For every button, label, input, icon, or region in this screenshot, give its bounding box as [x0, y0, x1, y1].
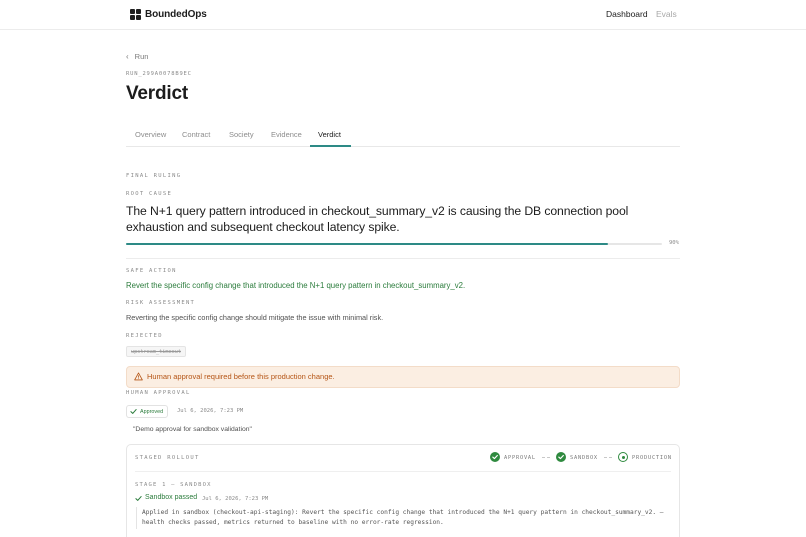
- approved-status-text: Approved: [140, 409, 164, 415]
- approval-timestamp: Jul 6, 2026, 7:23 PM: [177, 408, 244, 414]
- back-to-run-link[interactable]: ‹ Run: [126, 52, 148, 61]
- risk-assessment-text: Reverting the specific config change sho…: [126, 313, 384, 322]
- risk-assessment-label: RISK ASSESSMENT: [126, 300, 196, 306]
- root-cause-label: ROOT CAUSE: [126, 191, 173, 197]
- safe-action-label: SAFE ACTION: [126, 268, 177, 274]
- tab-evidence[interactable]: Evidence: [271, 130, 302, 139]
- back-link-label: Run: [134, 52, 149, 61]
- brand-name[interactable]: BoundedOps: [145, 9, 207, 20]
- tab-society[interactable]: Society: [229, 130, 254, 139]
- production-step-icon: [618, 452, 628, 462]
- sandbox-step-check-icon: [556, 452, 566, 462]
- nav-evals[interactable]: Evals: [656, 9, 677, 19]
- nav-dashboard[interactable]: Dashboard: [606, 9, 648, 19]
- safe-action-text: Revert the specific config change that i…: [126, 281, 466, 290]
- step-connector: [604, 457, 612, 458]
- sandbox-status: Sandbox passed: [145, 494, 198, 501]
- approved-status-badge: Approved: [126, 405, 169, 418]
- approval-note: "Demo approval for sandbox validation": [133, 426, 252, 433]
- boundedops-logo-icon[interactable]: [130, 9, 142, 21]
- rejected-label: REJECTED: [126, 333, 163, 339]
- human-approval-label: HUMAN APPROVAL: [126, 390, 191, 396]
- check-icon: [130, 409, 137, 414]
- section-divider: [126, 258, 680, 259]
- rejected-hypothesis-chip: upstream_timeout: [126, 346, 186, 357]
- approval-step-check-icon: [490, 452, 500, 462]
- active-tab-indicator: [310, 145, 351, 147]
- step-label-approval: APPROVAL: [504, 455, 536, 461]
- staged-rollout-label: STAGED ROLLOUT: [135, 455, 200, 461]
- tab-contract[interactable]: Contract: [182, 130, 210, 139]
- warning-triangle-icon: [134, 372, 143, 381]
- chevron-left-icon: ‹: [126, 52, 129, 61]
- step-label-production: PRODUCTION: [632, 455, 672, 461]
- final-ruling-label: FINAL RULING: [126, 173, 182, 179]
- step-connector: [542, 457, 550, 458]
- tab-bar: Overview Contract Society Evidence Verdi…: [126, 124, 680, 147]
- page-title: Verdict: [126, 83, 188, 104]
- confidence-percent: 90%: [669, 240, 679, 246]
- tab-overview[interactable]: Overview: [135, 130, 166, 139]
- top-bar: BoundedOps Dashboard Evals: [0, 0, 806, 30]
- check-icon: [135, 496, 142, 501]
- confidence-bar: [126, 243, 662, 245]
- root-cause-text: The N+1 query pattern introduced in chec…: [126, 204, 629, 234]
- approval-warning-text: Human approval required before this prod…: [147, 372, 335, 381]
- sandbox-detail-text: Applied in sandbox (checkout-api-staging…: [142, 509, 664, 526]
- card-divider: [135, 471, 671, 472]
- tab-verdict[interactable]: Verdict: [318, 130, 341, 139]
- detail-rule: [136, 507, 137, 529]
- confidence-bar-fill: [126, 243, 609, 245]
- run-id: RUN_299A0078B9EC: [126, 71, 192, 77]
- stage-label: STAGE 1 — SANDBOX: [135, 482, 212, 488]
- step-label-sandbox: SANDBOX: [570, 455, 598, 461]
- sandbox-timestamp: Jul 6, 2026, 7:23 PM: [202, 496, 269, 502]
